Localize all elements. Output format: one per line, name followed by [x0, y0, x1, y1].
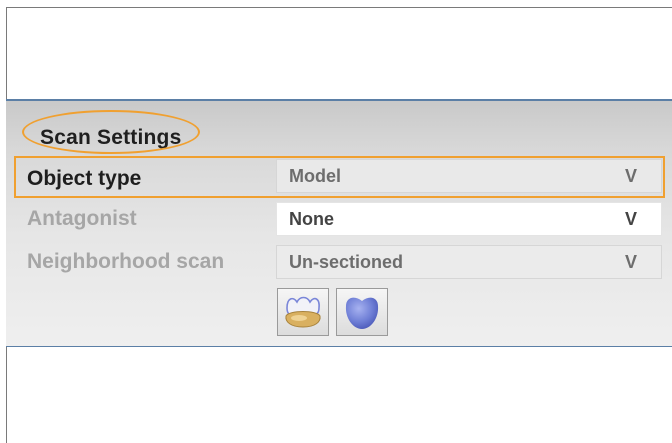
dropdown-arrow-icon: V	[624, 252, 637, 272]
crown-tooth-button[interactable]	[277, 288, 329, 336]
molar-tooth-button[interactable]	[336, 288, 388, 336]
object-type-label: Object type	[27, 167, 142, 190]
crown-tooth-icon	[285, 296, 321, 328]
neighborhood-scan-dropdown[interactable]: Un-sectioned V	[276, 245, 662, 279]
antagonist-value: None	[289, 209, 334, 229]
neighborhood-scan-label: Neighborhood scan	[27, 250, 225, 273]
neighborhood-scan-value: Un-sectioned	[289, 252, 404, 272]
antagonist-dropdown[interactable]: None V	[276, 202, 662, 236]
panel-title: Scan Settings	[40, 126, 182, 149]
dropdown-arrow-icon: V	[624, 209, 637, 229]
object-type-value: Model	[289, 166, 341, 186]
object-type-dropdown[interactable]: Model V	[276, 159, 662, 193]
antagonist-label: Antagonist	[27, 207, 137, 230]
dropdown-arrow-icon: V	[624, 166, 637, 186]
molar-tooth-icon	[345, 297, 379, 329]
